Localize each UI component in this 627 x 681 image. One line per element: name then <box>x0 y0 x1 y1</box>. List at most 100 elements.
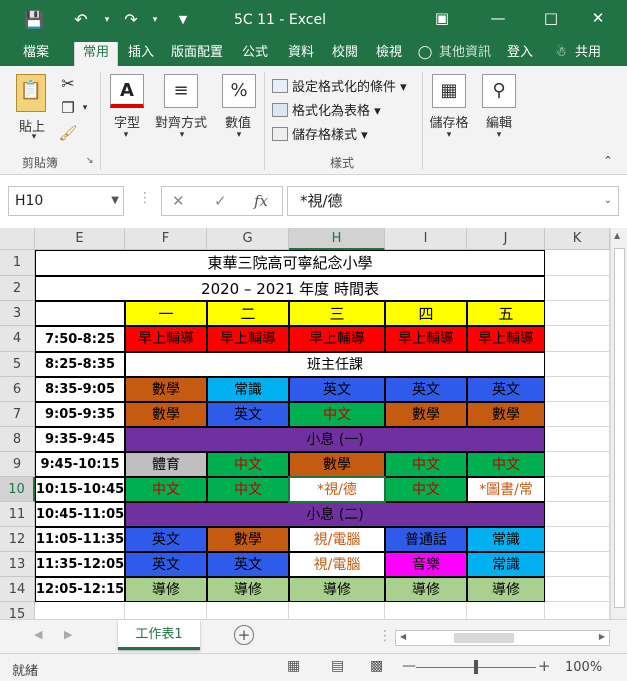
zoom-slider-handle[interactable] <box>474 660 478 674</box>
row14-lesson-1[interactable]: 導修 <box>125 577 207 602</box>
enter-icon[interactable]: ✓ <box>214 192 227 210</box>
recess-2-cell[interactable]: 小息 (二) <box>125 502 545 527</box>
row13-lesson-4[interactable]: 音樂 <box>385 552 467 577</box>
empty-cell-15-3[interactable] <box>289 602 385 619</box>
scroll-right-icon[interactable]: ▶ <box>599 632 605 641</box>
column-header-j[interactable]: J <box>467 228 545 250</box>
row10-lesson-5[interactable]: *圖書/常 <box>467 477 545 502</box>
time-slot-8[interactable]: 10:45-11:05 <box>35 502 125 527</box>
empty-cell-k-2[interactable] <box>545 276 610 301</box>
row13-lesson-1[interactable]: 英文 <box>125 552 207 577</box>
row13-lesson-2[interactable]: 英文 <box>207 552 289 577</box>
row6-lesson-3[interactable]: 英文 <box>289 377 385 402</box>
format-as-table-button[interactable]: 格式化為表格 ▾ <box>272 100 381 119</box>
empty-cell-k-5[interactable] <box>545 352 610 377</box>
horizontal-scroll-thumb[interactable] <box>454 633 514 643</box>
row7-lesson-1[interactable]: 數學 <box>125 402 207 427</box>
tab-split-icon[interactable]: ⋮ <box>378 628 392 644</box>
copy-icon[interactable]: ❐ <box>58 99 78 117</box>
editing-button[interactable]: 編輯 <box>476 112 522 131</box>
empty-cell-15-2[interactable] <box>207 602 289 619</box>
time-slot-3[interactable]: 8:35-9:05 <box>35 377 125 402</box>
next-sheet-icon[interactable]: ▶ <box>64 628 72 641</box>
row-header-10[interactable]: 10 <box>0 477 35 502</box>
row-header-14[interactable]: 14 <box>0 577 35 602</box>
empty-cell-15-5[interactable] <box>467 602 545 619</box>
empty-cell-k-14[interactable] <box>545 577 610 602</box>
row13-lesson-3[interactable]: 視/電腦 <box>289 552 385 577</box>
row7-lesson-3[interactable]: 中文 <box>289 402 385 427</box>
sheet-tab-1[interactable]: 工作表1 <box>118 620 200 650</box>
row12-lesson-3[interactable]: 視/電腦 <box>289 527 385 552</box>
empty-cell-k-13[interactable] <box>545 552 610 577</box>
font-button[interactable]: 字型 <box>104 112 150 131</box>
cancel-icon[interactable]: ✕ <box>172 192 185 210</box>
empty-cell-k-3[interactable] <box>545 301 610 326</box>
day-header-5[interactable]: 五 <box>467 301 545 326</box>
share-button[interactable]: 共用 <box>570 40 606 66</box>
undo-icon[interactable]: ↶ <box>72 11 90 29</box>
empty-cell-15-1[interactable] <box>125 602 207 619</box>
redo-dropdown-icon[interactable]: ▾ <box>146 11 164 29</box>
morning-tutorial-1[interactable]: 早上輔導 <box>125 326 207 352</box>
undo-dropdown-icon[interactable]: ▾ <box>98 11 116 29</box>
empty-cell-k-9[interactable] <box>545 452 610 477</box>
empty-cell-k-10[interactable] <box>545 477 610 502</box>
morning-tutorial-5[interactable]: 早上輔導 <box>467 326 545 352</box>
homeroom-cell[interactable]: 班主任課 <box>125 352 545 377</box>
row6-lesson-2[interactable]: 常識 <box>207 377 289 402</box>
morning-tutorial-2[interactable]: 早上輔導 <box>207 326 289 352</box>
row10-lesson-1[interactable]: 中文 <box>125 477 207 502</box>
empty-cell-15-6[interactable] <box>545 602 610 619</box>
row12-lesson-4[interactable]: 普通話 <box>385 527 467 552</box>
row-header-1[interactable]: 1 <box>0 250 35 276</box>
row9-lesson-2[interactable]: 中文 <box>207 452 289 477</box>
lightbulb-icon[interactable]: ◯ <box>414 40 436 66</box>
new-sheet-icon[interactable]: + <box>234 625 254 645</box>
tab-review[interactable]: 校閱 <box>328 40 362 66</box>
tab-insert[interactable]: 插入 <box>124 40 158 66</box>
alignment-button[interactable]: 對齊方式 <box>150 112 212 131</box>
tab-formulas[interactable]: 公式 <box>238 40 272 66</box>
number-dropdown-icon[interactable]: ▾ <box>233 130 245 140</box>
day-header-4[interactable]: 四 <box>385 301 467 326</box>
row14-lesson-4[interactable]: 導修 <box>385 577 467 602</box>
search-icon[interactable]: ⚲ <box>482 74 516 108</box>
ribbon-display-icon[interactable]: ▣ <box>430 9 454 27</box>
row7-lesson-5[interactable]: 數學 <box>467 402 545 427</box>
zoom-level[interactable]: 100% <box>565 660 602 675</box>
empty-cell-k-11[interactable] <box>545 502 610 527</box>
page-layout-view-icon[interactable]: ▤ <box>331 658 344 674</box>
tab-home[interactable]: 常用 <box>74 42 118 66</box>
normal-view-icon[interactable]: ▦ <box>287 658 300 674</box>
insert-function-icon[interactable]: fx <box>254 192 268 210</box>
zoom-in-icon[interactable]: + <box>538 657 551 675</box>
row-header-5[interactable]: 5 <box>0 352 35 377</box>
clipboard-launcher-icon[interactable]: ↘ <box>86 156 94 166</box>
empty-cell-k-7[interactable] <box>545 402 610 427</box>
row12-lesson-1[interactable]: 英文 <box>125 527 207 552</box>
time-slot-2[interactable]: 8:25-8:35 <box>35 352 125 377</box>
conditional-formatting-button[interactable]: 設定格式化的條件 ▾ <box>272 76 407 95</box>
row9-lesson-5[interactable]: 中文 <box>467 452 545 477</box>
row-header-7[interactable]: 7 <box>0 402 35 427</box>
alignment-icon[interactable]: ≡ <box>164 74 198 108</box>
paste-icon[interactable]: 📋 <box>16 74 46 112</box>
column-header-f[interactable]: F <box>125 228 207 250</box>
alignment-dropdown-icon[interactable]: ▾ <box>176 130 188 140</box>
empty-cell-k-8[interactable] <box>545 427 610 452</box>
row10-lesson-4[interactable]: 中文 <box>385 477 467 502</box>
tab-file[interactable]: 檔案 <box>14 40 58 66</box>
scroll-left-icon[interactable]: ◀ <box>400 632 406 641</box>
empty-cell-k-12[interactable] <box>545 527 610 552</box>
share-icon[interactable]: ☃ <box>552 40 570 66</box>
row-header-3[interactable]: 3 <box>0 301 35 326</box>
cell-e3[interactable] <box>35 301 125 326</box>
cells-dropdown-icon[interactable]: ▾ <box>443 130 455 140</box>
vertical-scrollbar[interactable]: ▲ <box>610 228 627 619</box>
tab-view[interactable]: 檢視 <box>372 40 406 66</box>
expand-formula-bar-icon[interactable]: ⌄ <box>604 187 612 215</box>
sign-in-link[interactable]: 登入 <box>502 40 538 66</box>
formula-input[interactable]: *視/德 ⌄ <box>287 186 619 216</box>
editing-dropdown-icon[interactable]: ▾ <box>493 130 505 140</box>
